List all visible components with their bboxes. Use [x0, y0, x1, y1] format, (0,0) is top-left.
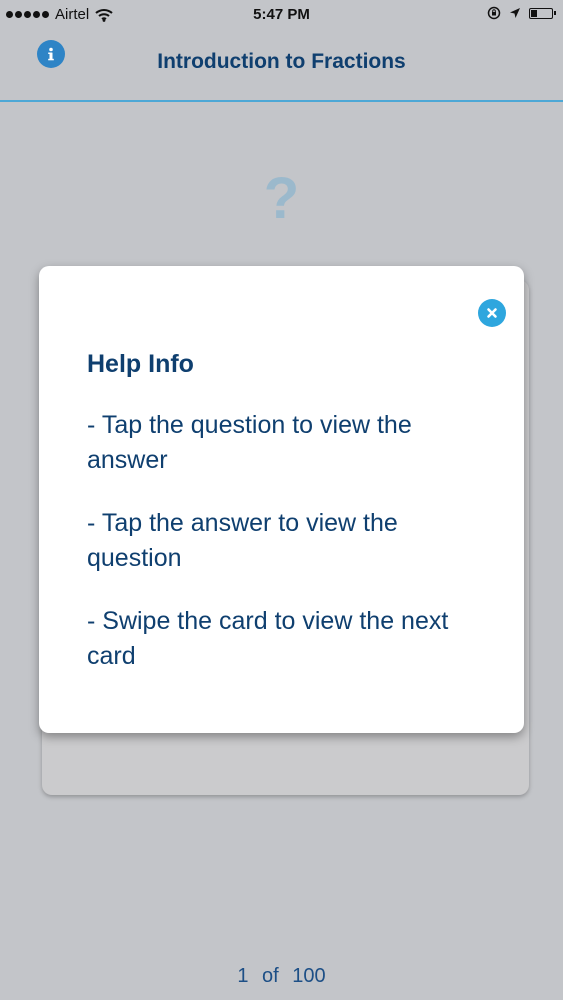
pager-current: 1	[237, 965, 249, 987]
orientation-lock-icon	[487, 6, 501, 20]
pager: 1 of 100	[0, 965, 563, 988]
location-arrow-icon	[510, 8, 520, 18]
status-time: 5:47 PM	[253, 6, 310, 23]
page-title: Introduction to Fractions	[157, 50, 406, 73]
question-mark-icon[interactable]: ?	[0, 170, 563, 228]
help-modal: Help Info - Tap the question to view the…	[39, 266, 524, 733]
header: Introduction to Fractions	[0, 30, 563, 102]
status-right	[487, 6, 556, 20]
status-bar: Airtel 5:47 PM	[0, 0, 563, 30]
help-list: - Tap the question to view the answer - …	[87, 408, 497, 702]
help-item-tap-question: - Tap the question to view the answer	[87, 411, 412, 474]
battery-icon	[529, 7, 556, 19]
close-button[interactable]	[478, 299, 506, 327]
pager-separator: of	[262, 965, 279, 987]
help-title: Help Info	[87, 350, 194, 378]
help-item-swipe-card: - Swipe the card to view the next card	[87, 607, 449, 670]
pager-total: 100	[292, 965, 326, 987]
help-item-tap-answer: - Tap the answer to view the question	[87, 509, 398, 572]
close-icon	[487, 308, 497, 318]
